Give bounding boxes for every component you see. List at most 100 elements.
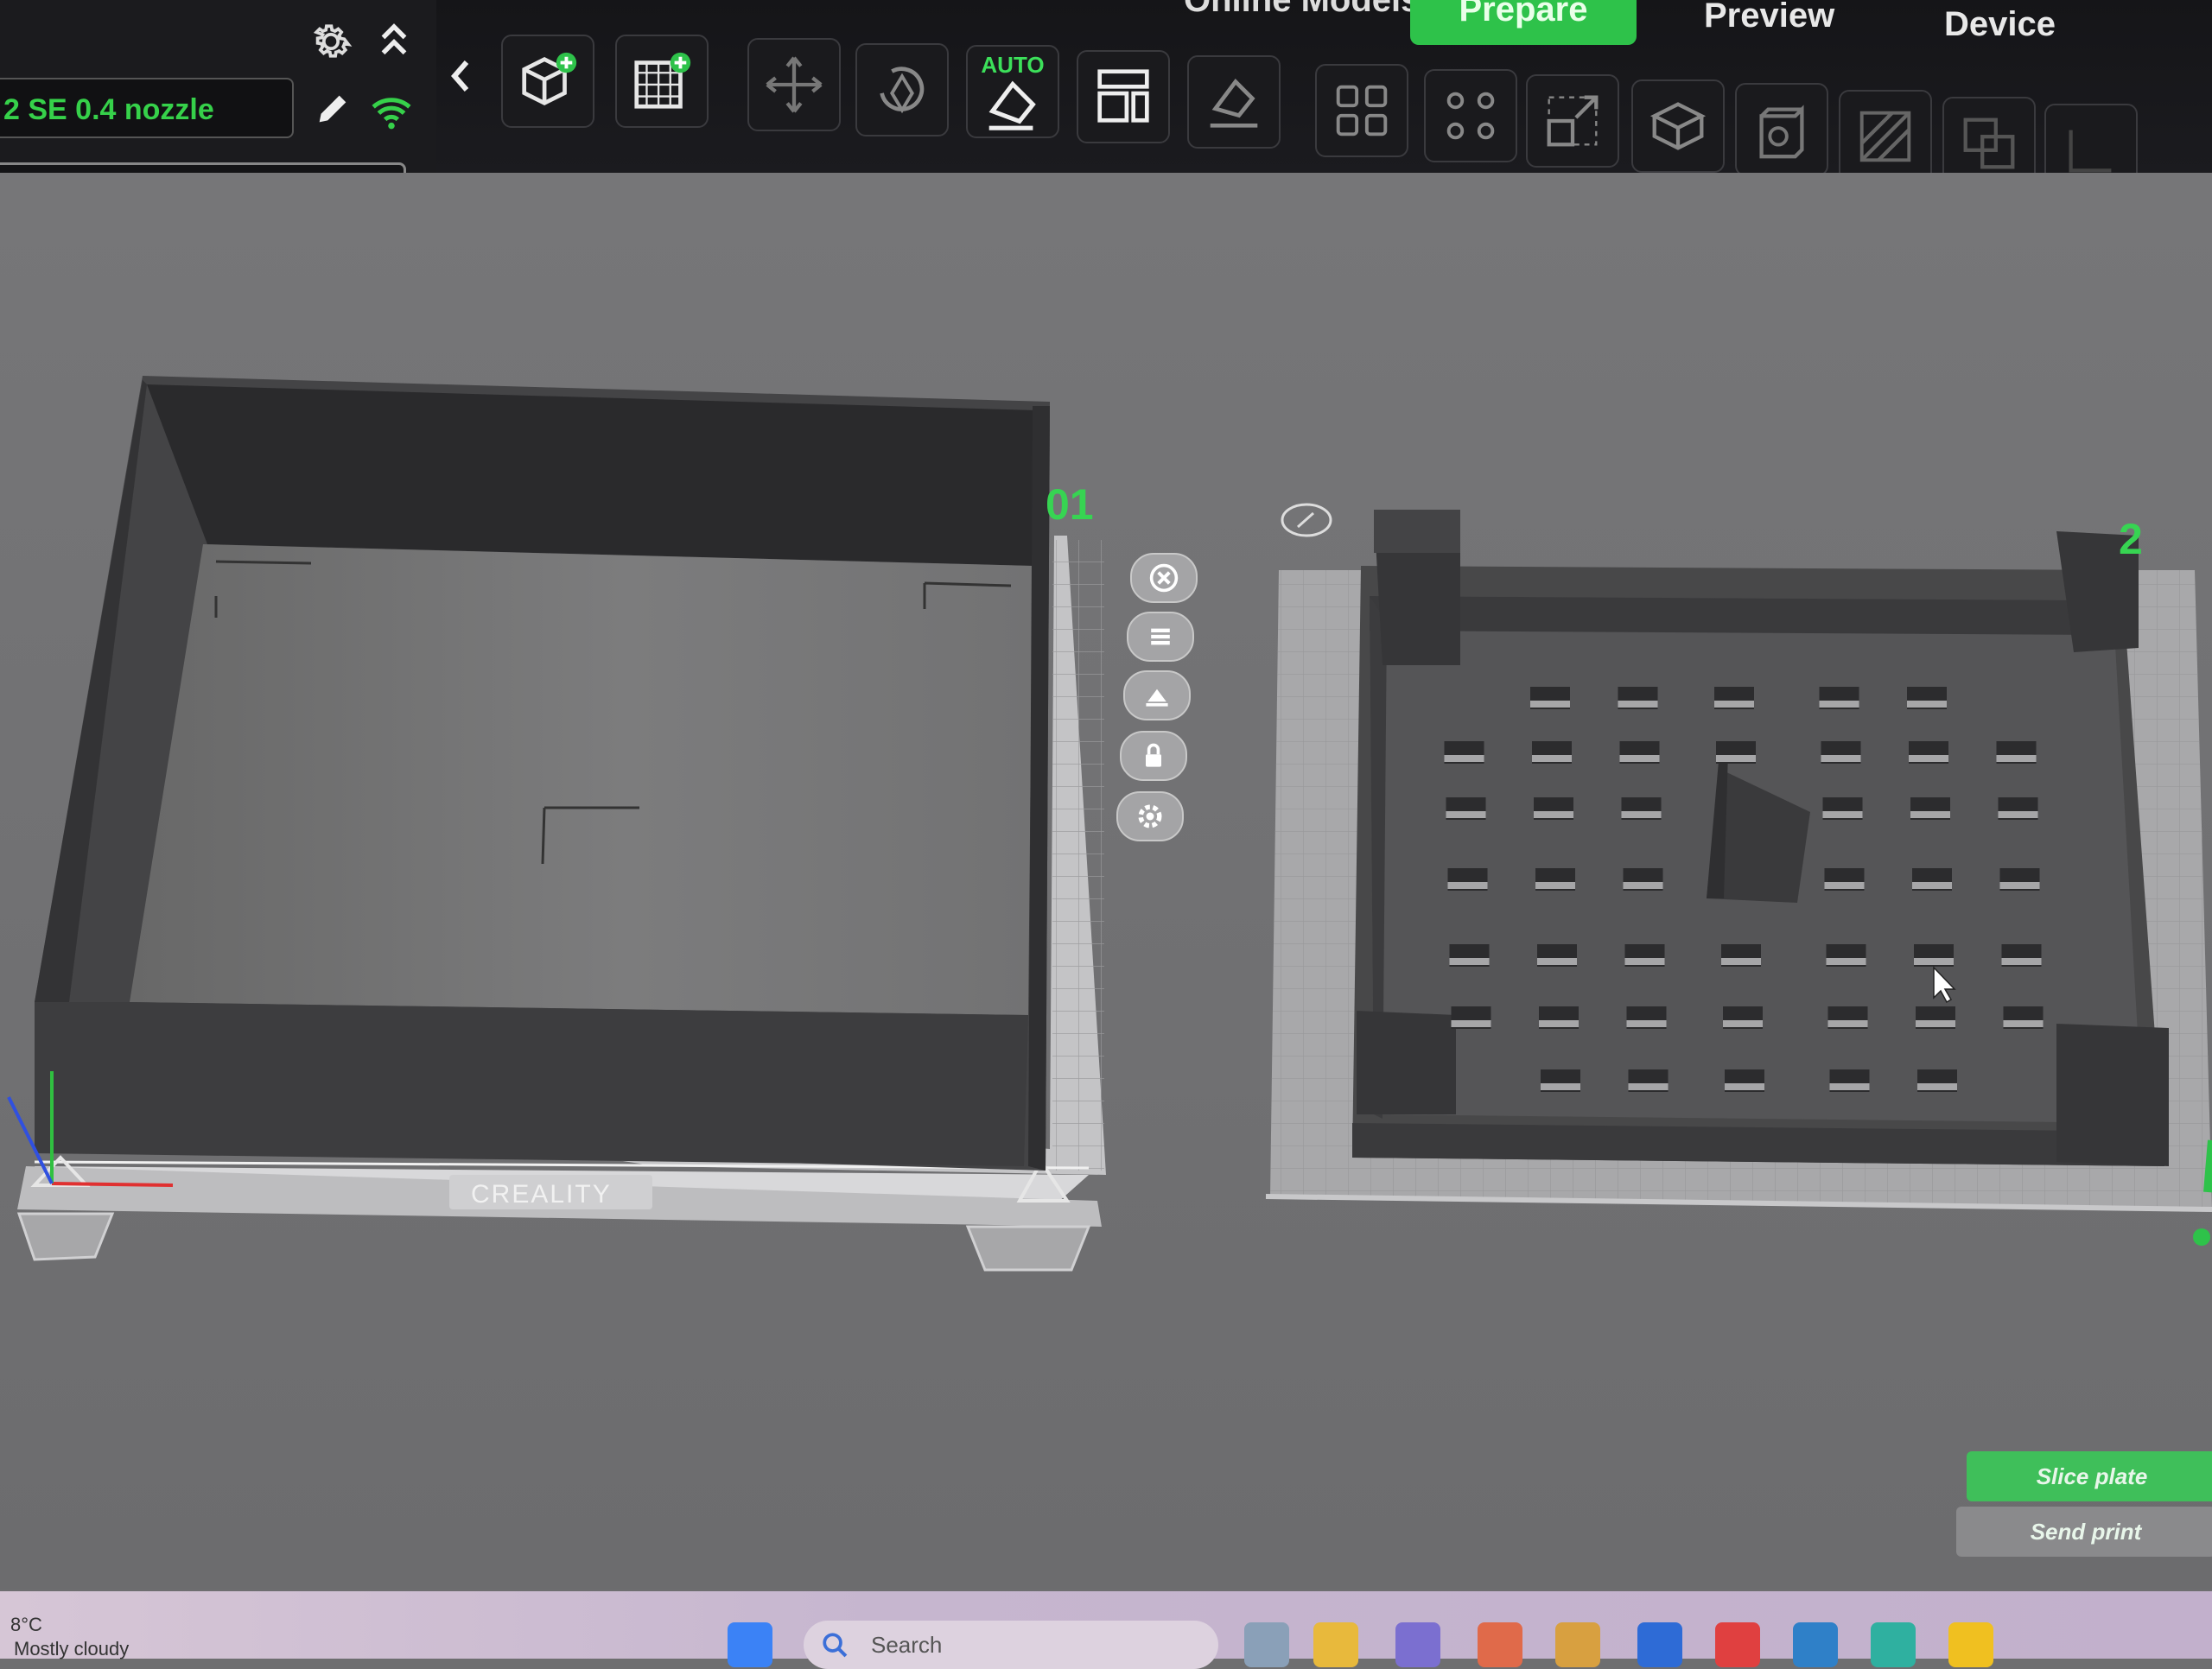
store-icon[interactable]: [1555, 1622, 1600, 1667]
support-paint-icon: [1859, 111, 1911, 162]
hollow-icon: [1759, 105, 1804, 159]
pocket-lip: [1824, 882, 1865, 889]
app-icon[interactable]: [1637, 1622, 1682, 1667]
rotate-button[interactable]: [855, 43, 949, 136]
wifi-icon[interactable]: [370, 93, 413, 131]
close-icon: [1149, 563, 1179, 593]
pocket-lip: [1618, 701, 1658, 708]
rotate-icon: [880, 67, 925, 114]
pocket-lip: [1716, 755, 1756, 762]
pocket-lip: [1907, 701, 1947, 708]
scene: CREALITY: [0, 173, 2212, 1590]
pocket-lip: [1826, 958, 1866, 965]
auto-arrange-plate-button[interactable]: [1123, 670, 1191, 720]
youtube-icon[interactable]: [1715, 1622, 1760, 1667]
plate-settings-button[interactable]: [1116, 791, 1184, 841]
pocket-lip: [1998, 811, 2038, 818]
add-object-icon: [522, 52, 577, 105]
arrange-button[interactable]: [1077, 50, 1170, 143]
add-object-button[interactable]: [501, 35, 594, 128]
pocket-lip: [1624, 958, 1665, 965]
pocket-lip: [1916, 1020, 1955, 1027]
pocket-lip: [1819, 701, 1859, 708]
file-explorer-icon[interactable]: [1313, 1622, 1358, 1667]
pocket-lip: [1822, 811, 1863, 818]
pocket-lip: [1829, 1083, 1870, 1090]
edit-printer-button[interactable]: [302, 82, 363, 136]
pocket-lip: [1914, 958, 1954, 965]
teams-icon[interactable]: [1395, 1622, 1440, 1667]
pocket-lip: [2003, 1020, 2044, 1027]
pocket-lip: [1827, 1020, 1868, 1027]
start-icon[interactable]: [728, 1622, 772, 1667]
plate-object-list-button[interactable]: [1127, 612, 1194, 662]
pencil-icon: [319, 95, 346, 123]
delete-plate-button[interactable]: [1130, 553, 1198, 603]
add-plate-icon: [634, 52, 691, 109]
pocket-lip: [1912, 882, 1952, 889]
pocket-lip: [1721, 958, 1761, 965]
split-objects-button[interactable]: [1315, 64, 1408, 157]
pocket-lip: [2001, 958, 2042, 965]
pocket-lip: [1535, 882, 1575, 889]
weather-description[interactable]: Mostly cloudy: [14, 1638, 129, 1660]
cut-button[interactable]: [1631, 79, 1725, 173]
pocket-lip: [1532, 755, 1572, 762]
hollow-button[interactable]: [1735, 83, 1828, 176]
pocket-lip: [1446, 811, 1486, 818]
split-parts-icon: [1446, 92, 1495, 140]
auto-label: AUTO: [981, 52, 1045, 78]
pocket-lip: [1444, 755, 1484, 762]
pocket-lip: [1541, 1083, 1580, 1090]
lock-plate-button[interactable]: [1120, 731, 1187, 781]
creality-print-icon[interactable]: [1948, 1622, 1993, 1667]
pocket-lip: [1530, 701, 1570, 708]
cut-icon: [1649, 102, 1707, 150]
scale-button[interactable]: [1526, 74, 1619, 168]
model-box[interactable]: [35, 376, 1050, 1171]
auto-orient-button[interactable]: AUTO: [966, 45, 1059, 138]
pocket-lip: [1996, 755, 2037, 762]
printer-select[interactable]: 2 SE 0.4 nozzle: [0, 78, 294, 138]
copilot-icon[interactable]: [1478, 1622, 1522, 1667]
arrange-icon: [1097, 69, 1149, 123]
split-parts-button[interactable]: [1424, 69, 1517, 162]
pocket-lip: [1725, 1083, 1764, 1090]
lay-on-face-button[interactable]: [1187, 55, 1281, 149]
model-grid-tray[interactable]: [1352, 510, 2169, 1166]
bed-brand-label: CREALITY: [471, 1180, 612, 1209]
edge-icon[interactable]: [1871, 1622, 1916, 1667]
plate-2-side-indicator: [2203, 1139, 2212, 1193]
move-button[interactable]: [747, 38, 841, 131]
gear-icon[interactable]: [307, 17, 355, 66]
pocket-lip: [1917, 1083, 1957, 1090]
plate-2-number: 2: [2119, 515, 2143, 563]
scale-icon: [1547, 95, 1599, 147]
taskbar-search[interactable]: Search: [804, 1621, 1218, 1669]
tab-prepare[interactable]: Prepare: [1410, 0, 1637, 45]
tab-online-models[interactable]: Online Models: [1184, 0, 1420, 20]
pocket-lip: [1910, 811, 1950, 818]
weather-temperature[interactable]: 8°C: [10, 1614, 42, 1636]
pocket-lip: [1539, 1020, 1579, 1027]
pocket-lip: [1723, 1020, 1763, 1027]
pocket-lip: [1714, 701, 1754, 708]
lock-icon: [1146, 743, 1161, 767]
pocket-lip: [1451, 1020, 1491, 1027]
pocket-lip: [1534, 811, 1573, 818]
tab-preview[interactable]: Preview: [1704, 0, 1834, 35]
add-plate-button[interactable]: [615, 35, 709, 128]
plate-1-number: 01: [1046, 480, 1094, 529]
collapse-icon[interactable]: [378, 19, 410, 62]
3d-viewport[interactable]: CREALITY 01 2: [0, 173, 2212, 1590]
pocket-lip: [1909, 755, 1948, 762]
send-print-button[interactable]: Send print: [1956, 1507, 2212, 1557]
task-view-icon[interactable]: [1244, 1622, 1289, 1667]
outlook-icon[interactable]: [1793, 1622, 1838, 1667]
chevron-left-icon[interactable]: [449, 59, 470, 93]
support-paint-button[interactable]: [1839, 90, 1932, 183]
pocket-lip: [1621, 811, 1662, 818]
tab-device[interactable]: Device: [1944, 5, 2056, 44]
slice-plate-button[interactable]: Slice plate: [1967, 1451, 2212, 1501]
move-icon: [766, 56, 823, 113]
